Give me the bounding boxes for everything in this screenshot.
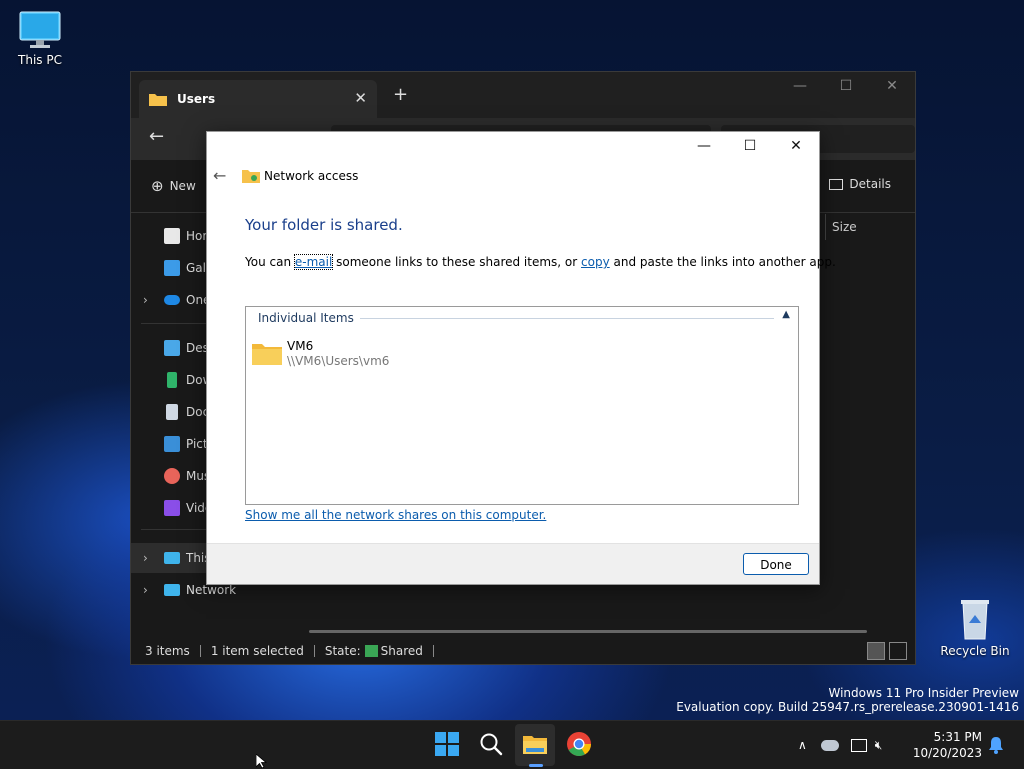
dialog-title: Network access [264,169,359,183]
show-network-shares-link[interactable]: Show me all the network shares on this c… [245,508,546,522]
new-button-label: New [169,179,196,193]
minimize-icon[interactable]: — [681,132,727,160]
folder-icon [252,344,282,365]
picture-icon [164,436,180,452]
details-view-icon[interactable] [867,642,885,660]
item-name: VM6 [287,339,314,353]
watermark-line: Windows 11 Pro Insider Preview [828,686,1019,700]
network-status-icon[interactable] [850,738,867,752]
minimize-icon[interactable]: — [777,72,823,102]
video-icon [164,500,180,516]
explorer-tab-users[interactable]: Users ✕ [139,80,377,118]
chrome-icon[interactable] [566,731,592,757]
done-button[interactable]: Done [743,553,809,575]
close-icon[interactable]: ✕ [773,132,819,160]
details-button[interactable]: Details [829,177,891,191]
status-state-value: Shared [380,644,423,658]
windows-start-icon[interactable] [434,731,460,757]
recycle-bin-icon [961,600,989,640]
network-icon [164,584,180,596]
mouse-cursor-icon [256,754,268,768]
horizontal-scrollbar[interactable] [309,630,867,633]
copy-link[interactable]: copy [581,255,610,269]
dialog-heading: Your folder is shared. [245,216,403,234]
desktop-icon-this-pc[interactable]: This PC [0,10,80,67]
volume-muted-icon[interactable]: 🔇︎ [875,738,883,753]
new-button[interactable]: ⊕ New [151,177,196,195]
sidebar-item-label: Network [186,583,237,597]
explorer-titlebar: Users ✕ + — ☐ ✕ [131,72,915,118]
section-rule [346,318,774,319]
item-path: \\VM6\Users\vm6 [287,354,390,368]
desktop-icon-label: Recycle Bin [940,644,1010,658]
cloud-icon [164,295,180,305]
status-selected: 1 item selected [210,644,304,658]
document-icon [166,404,178,420]
status-item-count: 3 items [145,644,190,658]
chevron-right-icon[interactable]: › [143,551,148,565]
search-icon[interactable] [478,731,504,757]
column-header-size[interactable]: Size [825,214,912,240]
home-icon [164,228,180,244]
shared-folder-icon [242,170,260,183]
onedrive-status-icon[interactable] [820,739,839,751]
monitor-icon [164,552,180,564]
file-explorer-icon[interactable] [522,731,548,757]
gallery-icon [164,260,180,276]
desktop-icon-recycle-bin[interactable]: Recycle Bin [935,597,1015,658]
section-header: Individual Items [258,311,360,325]
chevron-right-icon[interactable]: › [143,583,148,597]
download-icon [167,372,177,388]
status-state-label: State: [324,644,361,658]
new-tab-icon[interactable]: + [393,84,408,105]
list-item[interactable]: VM6 \\VM6\Users\vm6 [252,339,552,371]
back-arrow-icon[interactable]: ← [149,126,164,147]
taskbar: ∧ 🔇︎ 5:31 PM 10/20/2023 [0,720,1024,769]
network-access-dialog: — ☐ ✕ ← Network access Your folder is sh… [206,131,836,585]
close-tab-icon[interactable]: ✕ [354,89,367,107]
windows-watermark: Windows 11 Pro Insider Preview Evaluatio… [676,686,1019,714]
music-icon [164,468,180,484]
maximize-icon[interactable]: ☐ [727,132,773,160]
status-bar: 3 items 1 item selected State: Shared [131,638,915,664]
description-text: and paste the links into another app. [609,255,836,269]
chevron-right-icon[interactable]: › [143,293,148,307]
maximize-icon[interactable]: ☐ [823,72,869,102]
description-text: someone links to these shared items, or [332,255,582,269]
status-separator [199,645,201,657]
clock-date: 10/20/2023 [912,746,982,760]
status-separator [432,645,434,657]
desktop-icon-label: This PC [18,53,62,67]
taskbar-running-indicator [529,764,543,767]
monitor-icon [19,11,61,48]
plus-circle-icon: ⊕ [151,177,164,195]
dialog-window-controls: — ☐ ✕ [681,132,819,160]
dialog-footer: Done [207,543,819,584]
status-separator [313,645,315,657]
close-icon[interactable]: ✕ [869,72,915,102]
dialog-description: You can e-mail someone links to these sh… [245,254,836,270]
shared-icon [364,645,378,657]
details-button-label: Details [849,177,891,191]
explorer-window-controls: — ☐ ✕ [777,72,915,102]
view-toggle [867,642,907,660]
shared-items-list: Individual Items ▲ VM6 \\VM6\Users\vm6 [245,306,799,505]
description-text: You can [245,255,295,269]
clock-time: 5:31 PM [933,730,982,744]
watermark-line: Evaluation copy. Build 25947.rs_prerelea… [676,700,1019,714]
details-pane-icon [829,178,844,190]
tab-title: Users [177,92,216,106]
notification-bell-icon[interactable] [988,736,1004,754]
clock[interactable]: 5:31 PM 10/20/2023 [912,729,982,761]
desktop-icon [164,340,180,356]
chevron-up-icon[interactable]: ∧ [798,738,807,752]
tiles-view-icon[interactable] [889,642,907,660]
folder-icon [149,94,167,106]
back-arrow-icon[interactable]: ← [213,166,226,185]
chevron-up-icon[interactable]: ▲ [782,309,790,320]
email-link[interactable]: e-mail [293,254,334,270]
system-tray: ∧ 🔇︎ [798,721,882,769]
